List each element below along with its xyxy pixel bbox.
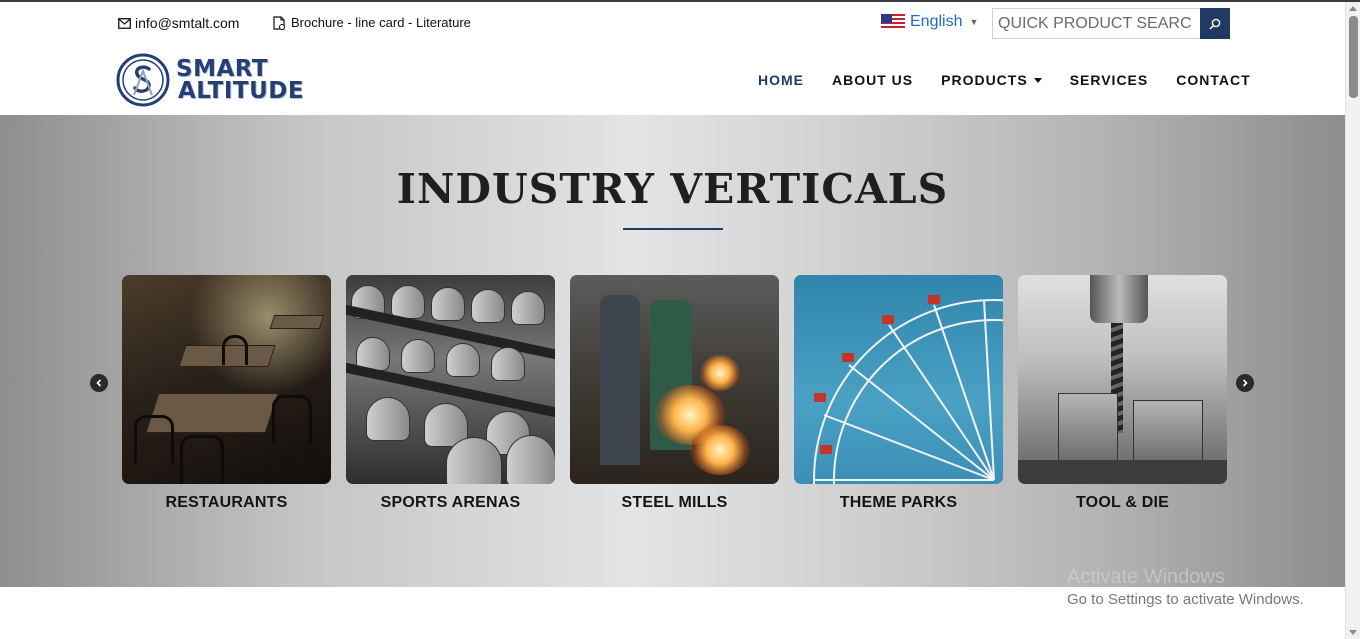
carousel-next-button[interactable] <box>1236 374 1254 392</box>
nav-home[interactable]: HOME <box>744 66 818 94</box>
nav-about-label: ABOUT US <box>832 72 914 88</box>
title-underline <box>623 228 723 230</box>
card-sports-arenas[interactable]: SPORTS ARENAS <box>346 275 555 512</box>
section-title: INDUSTRY VERTICALS <box>396 165 949 213</box>
nav-contact[interactable]: CONTACT <box>1162 66 1264 94</box>
brochure-link[interactable]: Brochure - line card - Literature <box>273 15 471 30</box>
card-theme-parks[interactable]: THEME PARKS <box>794 275 1003 512</box>
page-scrollbar[interactable] <box>1345 2 1360 639</box>
card-label: RESTAURANTS <box>165 494 288 511</box>
caret-down-icon <box>1033 77 1042 83</box>
chevron-right-icon <box>1242 379 1248 387</box>
card-label: STEEL MILLS <box>621 494 728 511</box>
document-icon <box>273 15 285 30</box>
card-label: THEME PARKS <box>839 494 958 511</box>
tool-and-die-image[interactable] <box>1018 275 1227 484</box>
us-flag-icon <box>881 14 905 30</box>
chevron-left-icon <box>96 379 102 387</box>
language-selector[interactable]: English ▼ <box>881 13 978 31</box>
email-link[interactable]: info@smtalt.com <box>118 15 239 31</box>
brochure-text: Brochure - line card - Literature <box>291 15 471 30</box>
main-nav: HOME ABOUT US PRODUCTS SERVICES CONTACT <box>744 66 1265 94</box>
caret-down-icon: ▼ <box>969 17 979 27</box>
card-steel-mills[interactable]: STEEL MILLS <box>570 275 779 512</box>
theme-parks-image[interactable] <box>794 275 1003 484</box>
logo-emblem-icon <box>116 53 170 107</box>
scroll-down-arrow-icon[interactable] <box>1349 630 1357 635</box>
logo-line-2: ALTITUDE <box>178 78 305 104</box>
card-label: SPORTS ARENAS <box>380 494 521 511</box>
search-button[interactable] <box>1200 8 1230 39</box>
nav-services[interactable]: SERVICES <box>1056 66 1163 94</box>
card-restaurants[interactable]: RESTAURANTS <box>122 275 331 512</box>
language-label: English <box>910 13 963 30</box>
steel-mills-image[interactable] <box>570 275 779 484</box>
ferris-wheel-icon <box>813 295 1003 484</box>
card-label: TOOL & DIE <box>1076 494 1169 511</box>
smart-altitude-logo[interactable]: SMART ALTITUDE <box>116 53 304 107</box>
card-tool-and-die[interactable]: TOOL & DIE <box>1018 275 1227 512</box>
activation-watermark-title: Activate Windows <box>1067 566 1225 588</box>
scroll-thumb[interactable] <box>1349 16 1358 98</box>
nav-services-label: SERVICES <box>1069 72 1149 88</box>
carousel-prev-button[interactable] <box>90 374 108 392</box>
industry-verticals-section: INDUSTRY VERTICALS RESTAURANTS SPORTS AR… <box>0 115 1345 587</box>
search-icon <box>1209 18 1221 30</box>
nav-contact-label: CONTACT <box>1176 72 1251 88</box>
logo-wordmark: SMART ALTITUDE <box>176 56 305 104</box>
quick-search <box>992 8 1230 39</box>
email-text: info@smtalt.com <box>135 15 240 31</box>
restaurants-image[interactable] <box>122 275 331 484</box>
nav-about-us[interactable]: ABOUT US <box>818 66 927 94</box>
envelope-icon <box>118 17 131 29</box>
nav-products[interactable]: PRODUCTS <box>927 66 1056 94</box>
search-input[interactable] <box>992 8 1200 39</box>
nav-home-label: HOME <box>758 72 804 88</box>
window-top-border <box>0 0 1360 2</box>
scroll-up-arrow-icon[interactable] <box>1349 6 1357 11</box>
activation-watermark-text: Go to Settings to activate Windows. <box>1067 591 1304 608</box>
sports-arenas-image[interactable] <box>346 275 555 484</box>
logo-line-1: SMART <box>176 56 269 82</box>
nav-products-label: PRODUCTS <box>941 72 1028 88</box>
